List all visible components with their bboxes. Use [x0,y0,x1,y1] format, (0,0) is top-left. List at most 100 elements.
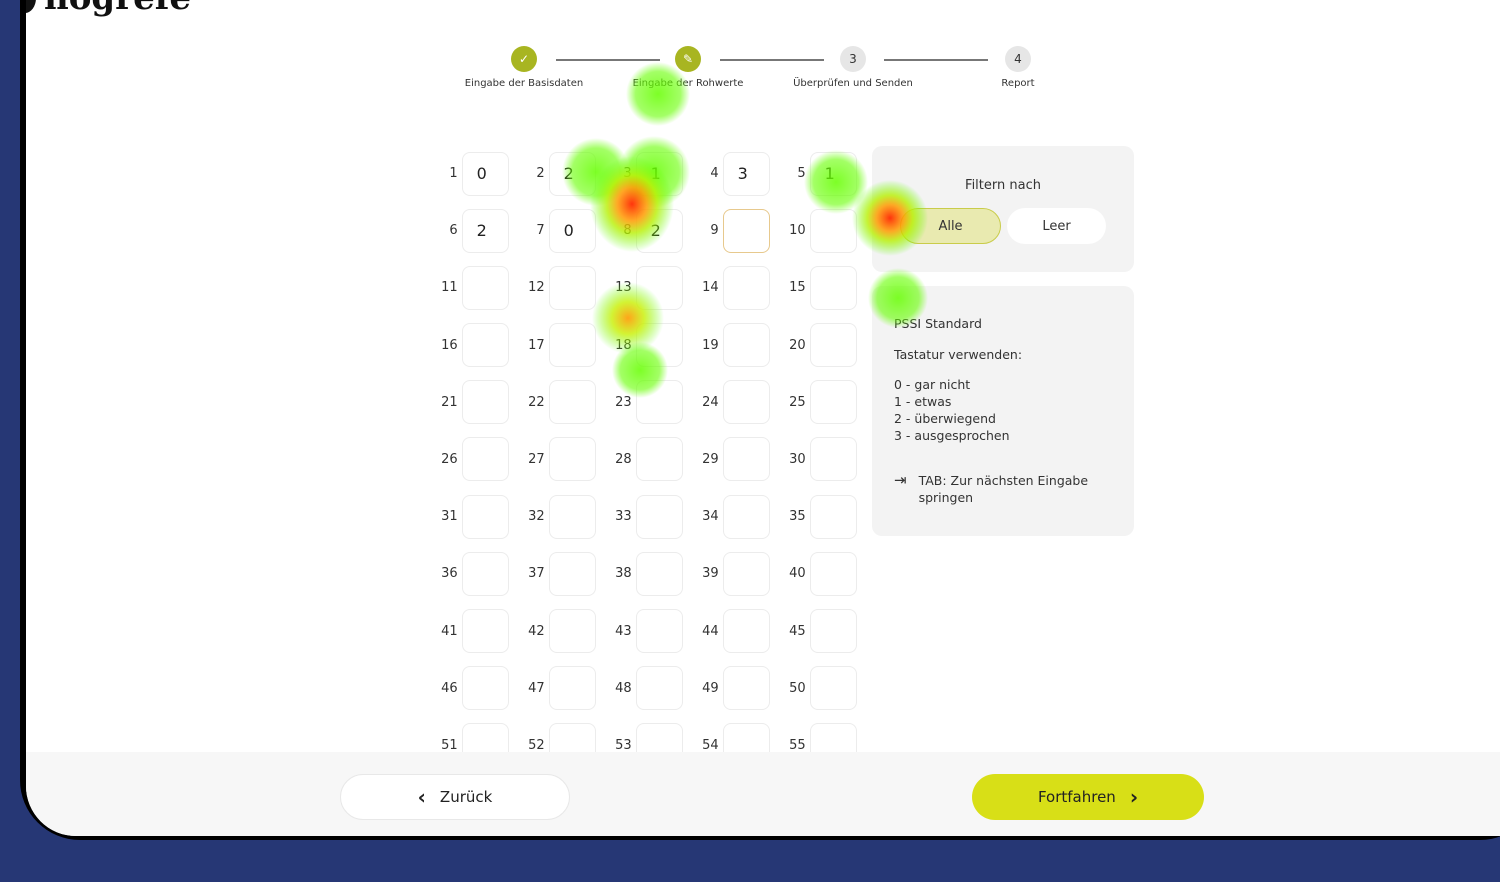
item-value-input[interactable]: 1 [635,151,683,196]
item-value-input[interactable] [635,551,683,596]
item-value-input[interactable] [461,380,509,425]
item-value-input[interactable] [809,323,857,368]
step-rohwerte[interactable]: ✎ Eingabe der Rohwerte [608,46,768,89]
item-value-input[interactable]: 2 [461,208,509,253]
filter-option-alle[interactable]: Alle [900,208,1001,244]
item-value-input[interactable] [548,437,596,482]
item-value-input[interactable] [635,666,683,711]
tab-hint: ⇥ TAB: Zur nächsten Eingabe springen [894,472,1112,506]
item-cell: 41 [422,603,509,660]
item-cell: 30 [770,431,857,488]
item-number: 11 [441,280,458,296]
item-cell: 22 [509,145,596,202]
tab-arrow-icon: ⇥ [894,471,907,489]
item-number: 32 [528,509,545,525]
item-cell: 39 [683,545,770,602]
item-value-input[interactable] [722,551,770,596]
continue-button[interactable]: Fortfahren › [972,774,1204,820]
footer-bar: ‹ Zurück Fortfahren › [26,752,1500,836]
item-value-input[interactable] [548,380,596,425]
item-value-input[interactable] [461,609,509,653]
item-value-input[interactable]: 0 [548,208,596,253]
item-number: 35 [789,509,806,525]
item-value-input[interactable] [548,323,596,368]
item-cell: 43 [596,603,683,660]
item-value-input[interactable] [635,323,683,368]
item-cell: 33 [596,488,683,545]
item-number: 42 [528,623,545,639]
item-number: 4 [710,166,719,181]
step-ueberpruefen[interactable]: 3 Überprüfen und Senden [773,46,933,89]
legend-item: 2 - überwiegend [894,411,996,426]
item-value-input[interactable] [809,437,857,482]
item-value-input[interactable] [809,551,857,596]
item-cell: 45 [770,603,857,660]
item-number: 14 [702,280,719,296]
item-cell: 12 [509,259,596,316]
item-cell: 36 [422,545,509,602]
item-value-input[interactable] [548,609,596,653]
item-number: 30 [789,451,806,467]
item-number: 52 [528,737,545,753]
item-number: 8 [623,223,632,239]
step-report[interactable]: 4 Report [938,46,1098,89]
item-value-input[interactable] [548,666,596,711]
continue-label: Fortfahren [1037,788,1116,806]
item-number: 38 [615,566,632,582]
item-number: 37 [528,566,545,582]
item-value-input[interactable] [548,265,596,310]
item-value-input[interactable] [548,494,596,539]
item-value-input[interactable] [809,265,857,310]
item-value-input[interactable] [461,551,509,596]
item-value-input[interactable] [461,494,509,539]
item-value-input[interactable] [809,666,857,711]
item-value-input[interactable] [722,609,770,653]
back-button[interactable]: ‹ Zurück [340,774,570,820]
item-value-input[interactable] [635,380,683,425]
item-value-input[interactable] [635,265,683,310]
step-label: Eingabe der Basisdaten [464,78,584,89]
item-value-input[interactable] [809,208,857,253]
item-value-input[interactable] [722,265,770,310]
item-value-input[interactable] [722,323,770,368]
item-value-input[interactable] [809,380,857,425]
item-value-input[interactable] [461,323,509,368]
item-value-input[interactable]: 0 [461,151,509,196]
item-number: 51 [441,737,458,753]
item-value-input[interactable] [809,494,857,539]
step-basisdaten[interactable]: ✓ Eingabe der Basisdaten [444,46,604,89]
item-value-input[interactable] [809,609,857,653]
item-value-input[interactable] [635,494,683,539]
item-value-input[interactable] [461,437,509,482]
item-number: 20 [789,337,806,353]
item-value-input[interactable] [722,494,770,539]
item-value-input[interactable] [722,437,770,482]
item-value-input[interactable] [461,666,509,711]
item-value-input[interactable] [722,380,770,425]
item-value-input[interactable] [548,551,596,596]
item-value-input[interactable]: 2 [635,208,683,253]
item-number: 1 [449,166,458,181]
item-value-input[interactable]: 2 [548,151,596,196]
item-value-input[interactable] [635,609,683,653]
item-number: 13 [615,280,632,296]
step-label: Report [1001,78,1035,89]
item-number: 31 [441,509,458,525]
item-cell: 32 [509,488,596,545]
item-value-input[interactable] [635,437,683,482]
item-cell: 17 [509,317,596,374]
item-value-input[interactable]: 3 [722,151,770,196]
item-value-input[interactable] [722,208,770,253]
item-value-input[interactable]: 1 [809,151,857,196]
item-number: 12 [528,280,545,296]
pencil-icon: ✎ [675,46,701,72]
filter-option-leer[interactable]: Leer [1007,208,1106,244]
item-cell: 16 [422,317,509,374]
item-value-input[interactable] [722,666,770,711]
item-value-input[interactable] [461,265,509,310]
brand-logo: hogrefe [26,0,191,18]
item-cell: 31 [422,488,509,545]
item-cell: 19 [683,317,770,374]
tab-hint-text: TAB: Zur nächsten Eingabe springen [918,473,1089,505]
item-cell: 51 [770,145,857,202]
